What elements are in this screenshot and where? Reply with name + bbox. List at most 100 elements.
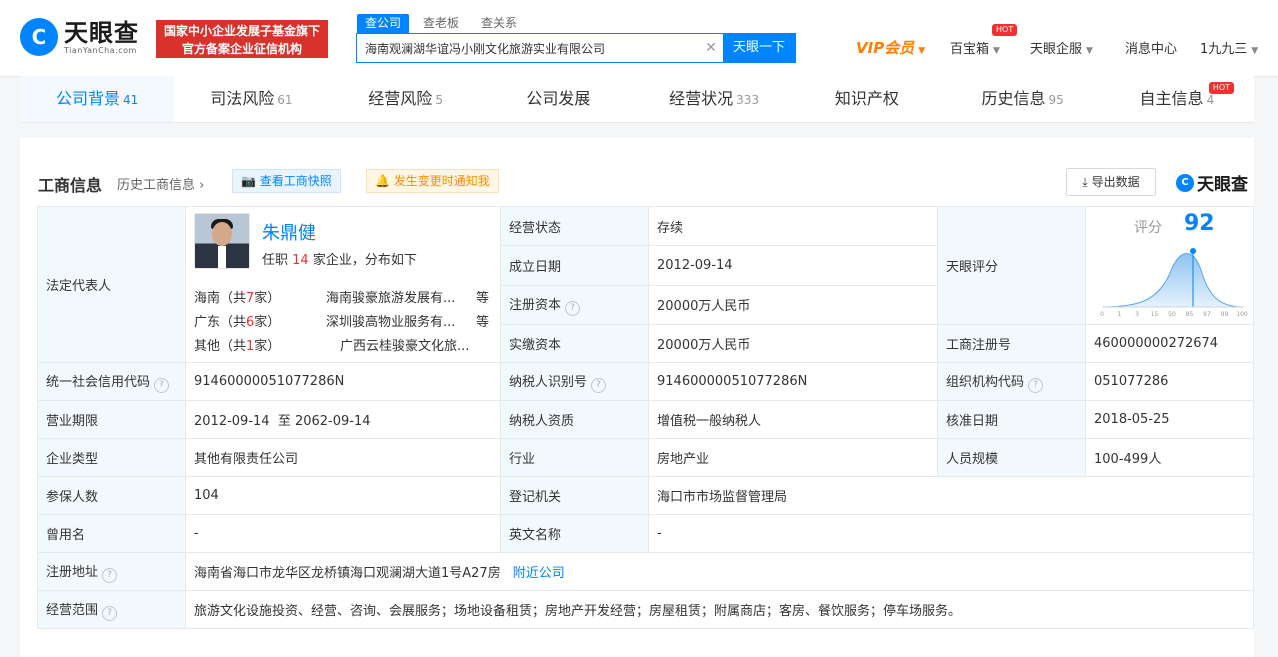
address-value: 海南省海口市龙华区龙桥镇海口观澜湖大道1号A27房	[194, 566, 501, 581]
former-name-label: 曾用名	[37, 514, 186, 553]
camera-icon: 📷	[241, 174, 256, 188]
logo[interactable]: C 天眼查 TianYanCha.com	[20, 18, 139, 56]
tab-label: 经营状况	[669, 89, 734, 108]
score-marker-dot	[1190, 248, 1196, 254]
logo-icon: C	[20, 18, 58, 56]
regno-value: 460000000272674	[1085, 324, 1254, 363]
taxid-value: 9146000005107728​6N	[648, 362, 938, 401]
score-tick-label: 85	[1186, 311, 1194, 318]
positions-count[interactable]: 14	[292, 253, 309, 268]
english-name-label: 英文名称	[500, 514, 649, 553]
tab-label: 公司发展	[526, 89, 591, 108]
score-tick-label: 99	[1221, 311, 1229, 318]
score-tick-label: 100	[1236, 311, 1248, 318]
legal-rep-name[interactable]: 朱鼎健	[262, 219, 316, 245]
enterprise-menu[interactable]: 天眼企服 ▼	[1030, 38, 1093, 57]
staff-value: 100-499人	[1085, 438, 1254, 477]
treasure-label: 百宝箱	[950, 42, 990, 57]
tab-self-info[interactable]: 自主信息 4 HOT	[1100, 76, 1254, 122]
found-date-value: 2012-09-14	[648, 245, 938, 286]
user-menu[interactable]: 1九九三 ▼	[1200, 38, 1258, 57]
avatar[interactable]	[194, 213, 250, 269]
english-name-value: -	[648, 514, 1254, 553]
regno-label: 工商注册号	[937, 324, 1086, 363]
scope-label: 经营范围?	[37, 590, 186, 629]
search-tab-boss[interactable]: 查老板	[415, 14, 467, 34]
score-tick-label: 50	[1168, 311, 1176, 318]
section-title: 工商信息	[38, 176, 103, 195]
orgcode-value: 051077286	[1085, 362, 1254, 401]
tab-ip[interactable]: 知识产权	[791, 76, 945, 122]
regcap-label: 注册资本?	[500, 284, 649, 326]
region-company[interactable]: 海南骏豪旅游发展有...	[326, 287, 455, 306]
region-company[interactable]: 深圳骏高物业服务有...	[326, 311, 455, 330]
treasure-menu[interactable]: 百宝箱 ▼	[950, 38, 1000, 57]
paidcap-label: 实缴资本	[500, 324, 649, 363]
tab-background[interactable]: 公司背景 41	[20, 76, 175, 122]
chevron-down-icon: ▼	[1251, 46, 1259, 56]
message-center[interactable]: 消息中心	[1125, 38, 1177, 57]
tab-count: 333	[736, 93, 760, 107]
brand-logo: C 天眼查	[1176, 170, 1248, 195]
help-icon[interactable]: ?	[591, 377, 607, 393]
term-label: 营业期限	[37, 400, 186, 439]
region-etc: 等	[476, 291, 490, 306]
bell-icon: 🔔	[375, 174, 390, 188]
hot-badge: HOT	[1208, 82, 1234, 94]
nearby-companies-link[interactable]: 附近公司	[513, 566, 565, 581]
snapshot-label: 查看工商快照	[259, 174, 332, 188]
enterprise-label: 天眼企服	[1030, 42, 1083, 57]
insured-label: 参保人数	[37, 476, 186, 515]
address-label: 注册地址?	[37, 552, 186, 591]
search-tabs: 查公司 查老板 查关系	[357, 14, 531, 34]
notify-label: 发生变更时通知我	[393, 174, 490, 188]
vip-label: VIP会员	[856, 39, 915, 57]
chevron-down-icon: ▼	[1086, 46, 1093, 56]
snapshot-button[interactable]: 📷 查看工商快照	[232, 169, 341, 193]
score-tick-label: 97	[1203, 311, 1211, 318]
paidcap-value: 20000万人民币	[648, 324, 938, 363]
taxqual-label: 纳税人资质	[500, 400, 649, 439]
help-icon[interactable]: ?	[565, 300, 581, 316]
official-banner: 国家中小企业发展子基金旗下 官方备案企业征信机构	[156, 20, 328, 58]
tab-count: 4	[1206, 93, 1215, 107]
search-tab-relation[interactable]: 查关系	[473, 14, 525, 34]
score-label: 天眼评分	[937, 206, 1086, 325]
legal-rep-cell: 朱鼎健 任职 14 家企业，分布如下 海南（共7家） 海南骏豪旅游发展有... …	[185, 206, 501, 363]
approve-date-label: 核准日期	[937, 400, 1086, 439]
help-icon[interactable]: ?	[102, 567, 118, 583]
tab-label: 公司背景	[55, 89, 120, 108]
history-link[interactable]: 历史工商信息 ›	[117, 174, 204, 193]
export-button[interactable]: ⤓ 导出数据	[1066, 168, 1156, 196]
logo-icon: C	[1176, 173, 1194, 192]
export-label: 导出数据	[1091, 175, 1140, 189]
search-input[interactable]	[357, 34, 699, 62]
scope-value: 旅游文化设施投资、经营、咨询、会展服务；场地设备租赁；房地产开发经营；房屋租赁；…	[185, 590, 1254, 629]
region-company[interactable]: 广西云桂骏豪文化旅...	[340, 335, 469, 354]
tab-history[interactable]: 历史信息 95	[946, 76, 1100, 122]
status-value: 存续	[648, 205, 938, 247]
tab-operation-risk[interactable]: 经营风险 5	[329, 76, 483, 122]
help-icon[interactable]: ?	[1028, 377, 1044, 393]
tab-count: 61	[277, 93, 293, 107]
notify-button[interactable]: 🔔 发生变更时通知我	[366, 169, 499, 193]
tab-development[interactable]: 公司发展	[483, 76, 637, 122]
tab-operation-status[interactable]: 经营状况 333	[637, 76, 791, 122]
banner-line1: 国家中小企业发展子基金旗下	[163, 24, 320, 38]
help-icon[interactable]: ?	[102, 605, 118, 621]
clear-icon[interactable]: ✕	[699, 34, 723, 62]
search-tab-company[interactable]: 查公司	[357, 14, 410, 34]
search-button[interactable]: 天眼一下	[723, 34, 795, 62]
vip-menu[interactable]: VIP会员 ▼	[856, 37, 925, 58]
region-etc: 等	[476, 315, 490, 330]
former-name-value: -	[185, 514, 501, 553]
address-cell: 海南省海口市龙华区龙桥镇海口观澜湖大道1号A27房 附近公司	[185, 552, 1254, 591]
found-date-label: 成立日期	[500, 245, 649, 286]
positions-prefix: 任职	[262, 253, 289, 268]
tab-judicial[interactable]: 司法风险 61	[174, 76, 328, 122]
chevron-down-icon: ▼	[993, 46, 1000, 56]
help-icon[interactable]: ?	[154, 377, 170, 393]
score-curve-chart: 0 1 3 15 50 85 97 99 100	[1100, 248, 1248, 318]
legal-rep-label: 法定代表人	[37, 206, 186, 363]
region-row: 海南（共7家） 海南骏豪旅游发展有... 等	[194, 287, 492, 306]
